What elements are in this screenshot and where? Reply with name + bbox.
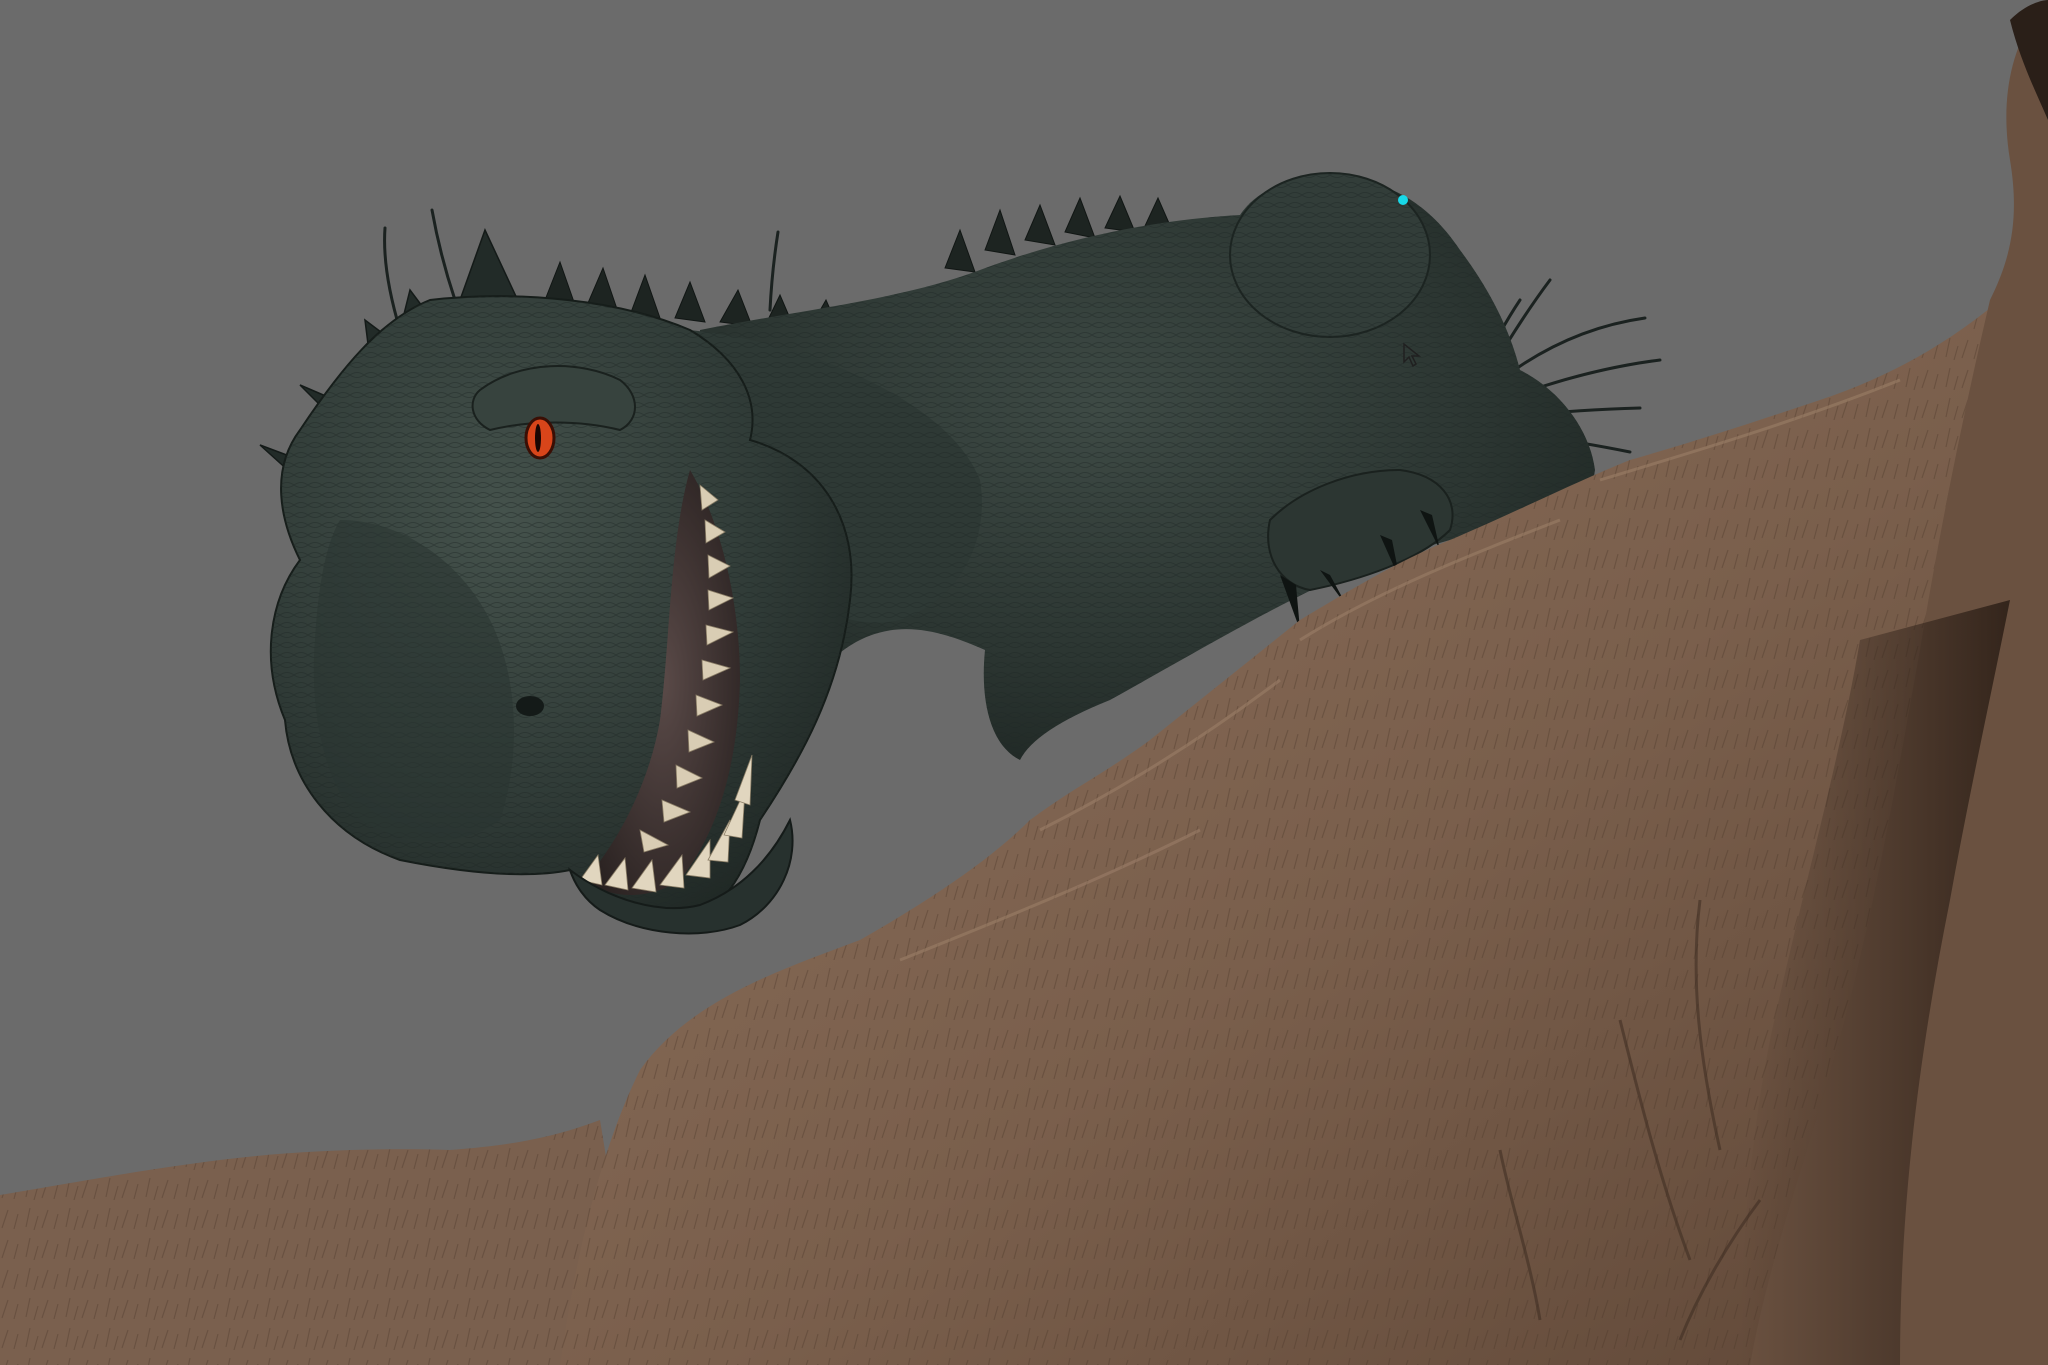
viewport-canvas[interactable] bbox=[0, 0, 2048, 1365]
vertex-marker[interactable] bbox=[1398, 195, 1408, 205]
3d-viewport[interactable] bbox=[0, 0, 2048, 1365]
nostril bbox=[516, 696, 544, 716]
